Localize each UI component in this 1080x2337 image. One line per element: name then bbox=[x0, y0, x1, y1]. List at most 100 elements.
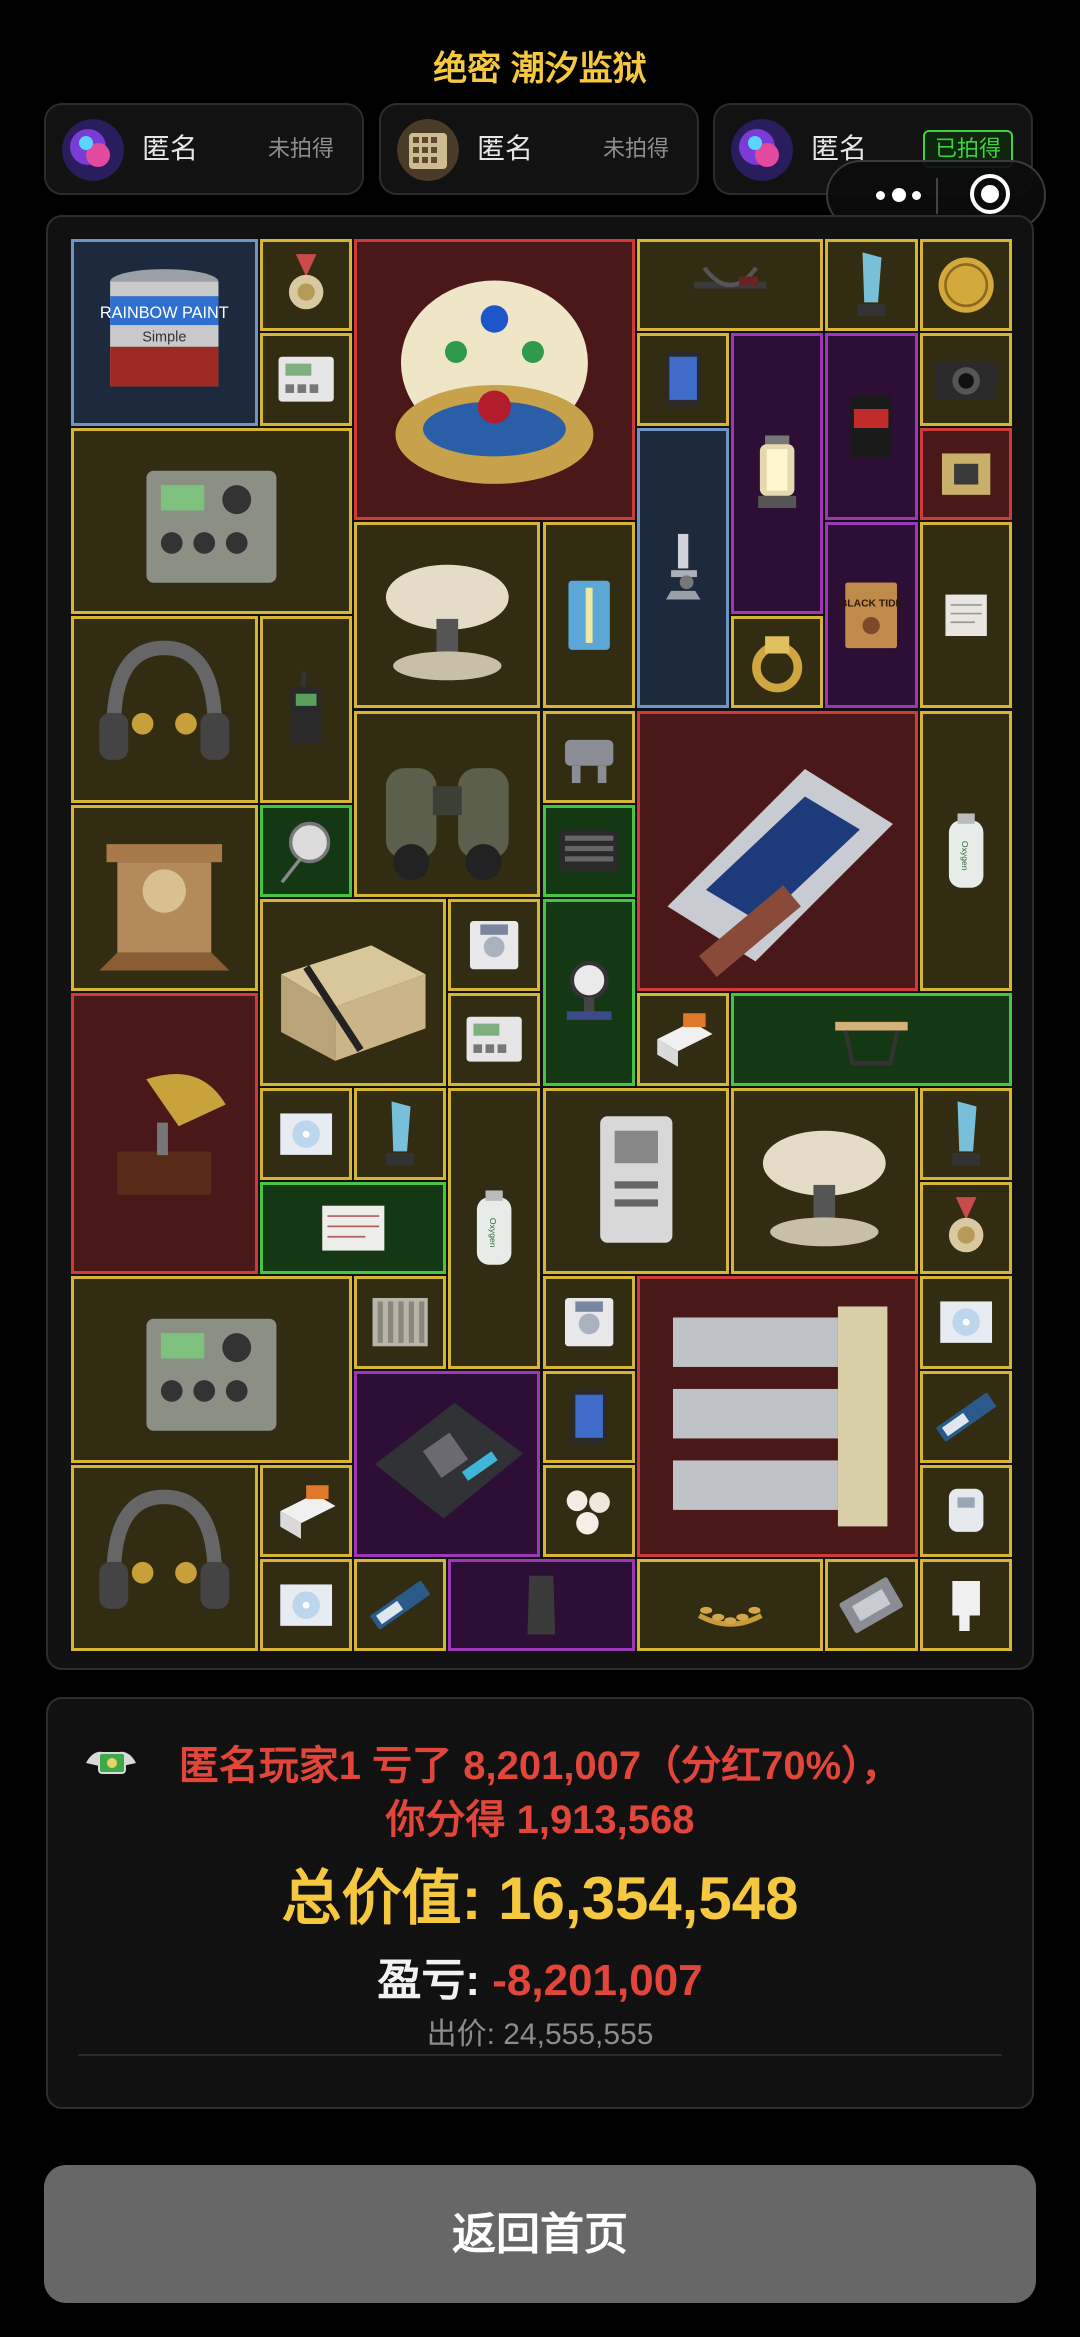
oxygen-tank-icon: Oxygen bbox=[477, 1190, 512, 1265]
item-gpu-block[interactable] bbox=[542, 804, 635, 898]
item-pearls[interactable] bbox=[542, 1464, 635, 1558]
item-connector[interactable] bbox=[542, 710, 635, 803]
item-mantel-clock[interactable] bbox=[71, 804, 258, 992]
item-ssd-stick[interactable] bbox=[919, 1370, 1012, 1463]
item-gold-coin[interactable] bbox=[919, 239, 1012, 332]
gold-ring-icon bbox=[752, 636, 803, 693]
item-medal[interactable] bbox=[259, 239, 352, 332]
syringe-kit-icon bbox=[567, 580, 610, 650]
item-usb-dongle[interactable] bbox=[919, 1464, 1012, 1558]
item-floppy-disk[interactable] bbox=[448, 899, 541, 992]
snack-pack-icon bbox=[850, 395, 893, 458]
crossbow-icon bbox=[693, 266, 767, 289]
item-oxygen-tank[interactable]: Oxygen bbox=[448, 1087, 541, 1369]
item-gramophone[interactable] bbox=[71, 993, 258, 1275]
smartphone-icon bbox=[571, 1389, 606, 1445]
item-power-meter[interactable] bbox=[259, 333, 352, 426]
item-crystal-trophy[interactable] bbox=[353, 1087, 447, 1180]
item-laurel-crown[interactable] bbox=[636, 1559, 824, 1652]
divider bbox=[78, 2054, 1002, 2056]
item-body-armor-plate[interactable] bbox=[448, 1559, 635, 1652]
item-paper-form[interactable] bbox=[259, 1182, 447, 1275]
home-button[interactable]: 返回首页 bbox=[44, 2165, 1036, 2303]
lantern-icon bbox=[758, 435, 797, 509]
crystal-trophy-icon bbox=[857, 252, 886, 317]
item-field-radio[interactable] bbox=[71, 1276, 352, 1463]
item-binoculars[interactable] bbox=[353, 710, 541, 898]
item-black-tide-book[interactable]: BLACK TIDE bbox=[825, 521, 918, 709]
medal-icon bbox=[288, 254, 324, 310]
item-satellite-dish[interactable] bbox=[353, 521, 541, 709]
server-rack-icon bbox=[667, 768, 893, 977]
item-crystal-trophy[interactable] bbox=[919, 1087, 1012, 1180]
svg-text:BLACK TIDE: BLACK TIDE bbox=[840, 599, 903, 610]
item-gold-ring[interactable] bbox=[731, 616, 824, 709]
field-radio-icon bbox=[146, 470, 277, 583]
item-document[interactable] bbox=[919, 521, 1012, 709]
item-cd-disc[interactable] bbox=[259, 1087, 352, 1180]
item-smartphone[interactable] bbox=[542, 1370, 635, 1463]
satellite-dish-icon bbox=[762, 1130, 886, 1246]
hacksaw-icon bbox=[835, 1022, 908, 1066]
item-cd-disc[interactable] bbox=[919, 1276, 1012, 1369]
profit-loss-value: -8,201,007 bbox=[492, 1956, 703, 2005]
item-ammo-crate[interactable] bbox=[259, 899, 447, 1086]
item-camera[interactable] bbox=[919, 333, 1012, 426]
crystal-trophy-icon bbox=[386, 1101, 414, 1165]
item-snack-pack[interactable] bbox=[825, 333, 918, 520]
radiator-unit-icon bbox=[672, 1306, 888, 1527]
item-hacksaw[interactable] bbox=[731, 993, 1012, 1086]
headset-icon bbox=[99, 640, 230, 761]
avatar bbox=[397, 119, 459, 181]
item-crystal-trophy[interactable] bbox=[825, 239, 918, 332]
cd-disc-icon bbox=[279, 1584, 332, 1627]
black-tide-book-icon: BLACK TIDE bbox=[840, 582, 903, 648]
item-circuit-module[interactable] bbox=[919, 427, 1012, 520]
item-walkie-talkie[interactable] bbox=[259, 616, 352, 803]
item-lantern[interactable] bbox=[731, 333, 824, 615]
oxygen-tank-icon: Oxygen bbox=[948, 812, 984, 888]
item-ssd-stick[interactable] bbox=[353, 1559, 447, 1652]
item-motherboard[interactable] bbox=[353, 1370, 541, 1558]
item-pill-box[interactable] bbox=[636, 993, 730, 1086]
item-cd-disc[interactable] bbox=[259, 1559, 352, 1652]
mantel-clock-icon bbox=[99, 843, 230, 971]
headset-icon bbox=[99, 1489, 230, 1609]
target-circle-icon[interactable] bbox=[968, 172, 1012, 216]
ssd-stick-icon bbox=[936, 1392, 996, 1441]
item-jeweled-egg[interactable] bbox=[353, 239, 635, 520]
item-syringe-kit[interactable] bbox=[542, 521, 635, 709]
item-gauge-probe[interactable] bbox=[259, 804, 352, 898]
item-satellite-dish[interactable] bbox=[731, 1087, 918, 1275]
item-field-radio[interactable] bbox=[71, 427, 352, 615]
item-inhaler[interactable] bbox=[919, 1559, 1012, 1652]
item-headset[interactable] bbox=[71, 1464, 258, 1652]
item-smartphone[interactable] bbox=[636, 333, 730, 426]
item-crossbow[interactable] bbox=[636, 239, 824, 332]
profit-loss-label: 盈亏: bbox=[377, 1956, 493, 2005]
inhaler-icon bbox=[952, 1581, 980, 1632]
item-microscope[interactable] bbox=[636, 427, 730, 709]
body-armor-plate-icon bbox=[527, 1575, 556, 1635]
item-headset[interactable] bbox=[71, 616, 258, 803]
item-pill-box[interactable] bbox=[259, 1464, 352, 1558]
item-power-meter[interactable] bbox=[448, 993, 541, 1086]
item-server-rack[interactable] bbox=[636, 710, 918, 992]
item-cpu-chip[interactable] bbox=[825, 1559, 918, 1652]
player-card-2[interactable]: 匿名 未拍得 bbox=[379, 103, 699, 195]
pill-box-icon bbox=[279, 1485, 336, 1539]
item-id-card[interactable] bbox=[542, 1087, 730, 1275]
item-pressure-gauge[interactable] bbox=[542, 899, 635, 1086]
paint-can-icon: RAINBOW PAINT Simple bbox=[100, 269, 229, 387]
item-floppy-disk[interactable] bbox=[542, 1276, 635, 1369]
item-oxygen-tank[interactable]: Oxygen bbox=[919, 710, 1012, 992]
item-medal[interactable] bbox=[919, 1182, 1012, 1275]
jeweled-egg-icon bbox=[395, 280, 594, 484]
pearls-icon bbox=[566, 1490, 610, 1535]
item-heatsink[interactable] bbox=[353, 1276, 447, 1369]
item-paint-can[interactable]: RAINBOW PAINT Simple bbox=[71, 239, 258, 426]
cd-disc-icon bbox=[939, 1301, 992, 1344]
capsule-divider bbox=[936, 178, 938, 214]
player-card-1[interactable]: 匿名 未拍得 bbox=[44, 103, 364, 195]
item-radiator-unit[interactable] bbox=[636, 1276, 918, 1558]
